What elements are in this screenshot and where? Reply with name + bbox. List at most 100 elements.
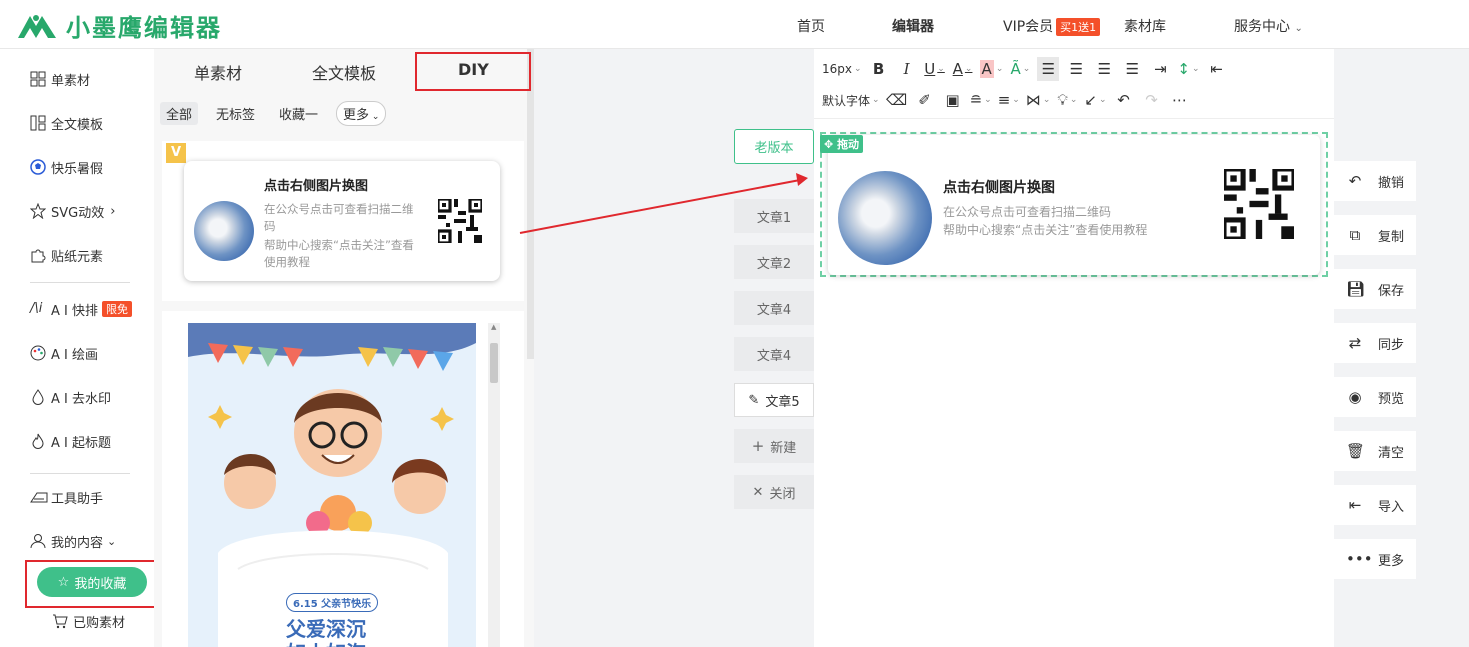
sidebar-item-tools[interactable]: 工具助手: [30, 487, 103, 507]
sidebar-item-sticker[interactable]: 贴纸元素: [30, 245, 103, 265]
lightbulb-icon[interactable]: 💡︎ ⌄: [1056, 88, 1078, 112]
sidebar-item-ai-layout[interactable]: /\i A I 快排 限免: [30, 299, 132, 319]
indent-icon[interactable]: ⇥: [1149, 57, 1171, 81]
sidebar-item-label: SVG动效: [51, 205, 105, 221]
nav-library[interactable]: 素材库: [1124, 16, 1166, 36]
align-center-icon[interactable]: ☰: [1065, 57, 1087, 81]
import-button[interactable]: ⇤ 导入: [1334, 485, 1416, 525]
sidebar-item-ai-watermark[interactable]: A I 去水印: [30, 387, 111, 407]
copy-button[interactable]: ⧉ 复制: [1334, 215, 1416, 255]
template-icon: [30, 115, 46, 131]
sidebar-item-purchased[interactable]: 已购素材: [52, 611, 125, 631]
redo-icon[interactable]: ↷: [1140, 88, 1162, 112]
letter-spacing-icon[interactable]: ⋈ ⌄: [1026, 88, 1051, 112]
doc-tab-2[interactable]: 文章2: [734, 245, 814, 279]
doc-tab-5[interactable]: ✎ 文章5: [734, 383, 814, 417]
sidebar-item-label: 已购素材: [73, 615, 126, 631]
poster-title-2: 如山如海: [286, 637, 366, 647]
underline-icon[interactable]: U ⌄: [924, 57, 946, 81]
exit-icon[interactable]: ⇤: [1205, 57, 1227, 81]
new-doc-button[interactable]: + 新建: [734, 429, 814, 463]
doc-tab-1[interactable]: 文章1: [734, 199, 814, 233]
eraser-icon[interactable]: ⌫: [886, 88, 908, 112]
ai-icon: /\i: [30, 301, 43, 316]
template-card: 点击右侧图片换图 在公众号点击可查看扫描二维码 帮助中心搜索“点击关注”查看使用…: [184, 161, 500, 281]
preview-button[interactable]: ◉ 预览: [1334, 377, 1416, 417]
image-icon[interactable]: ▣: [942, 88, 964, 112]
action-label: 清空: [1378, 445, 1405, 461]
sync-button[interactable]: ⇄ 同步: [1334, 323, 1416, 363]
line-height-icon[interactable]: ↕ ⌄: [1177, 57, 1199, 81]
save-icon: 💾︎: [1346, 280, 1366, 298]
flower-photo: [838, 171, 932, 265]
highlight-color-icon[interactable]: A ⌄: [979, 57, 1003, 81]
sidebar-item-label: 全文模板: [51, 117, 104, 133]
poster-scrollbar[interactable]: ▲: [488, 323, 500, 647]
sidebar-item-fulltext[interactable]: 全文模板: [30, 113, 103, 133]
more-dots-icon[interactable]: ⋯: [1168, 88, 1190, 112]
paragraph-spacing-icon[interactable]: ≘ ⌄: [970, 88, 992, 112]
doc-tab-4[interactable]: 文章4: [734, 337, 814, 371]
nav-editor[interactable]: 编辑器: [892, 16, 934, 36]
undo-icon[interactable]: ↶: [1112, 88, 1134, 112]
editor-card[interactable]: 点击右侧图片换图 在公众号点击可查看扫描二维码 帮助中心搜索“点击关注”查看使用…: [828, 135, 1320, 275]
sidebar-item-ai-draw[interactable]: A I 绘画: [30, 343, 98, 363]
doc-tab-3[interactable]: 文章4: [734, 291, 814, 325]
font-size-select[interactable]: 16px ⌄: [822, 57, 862, 81]
more-dots-icon: •••: [1346, 550, 1373, 568]
poster-card-wrap[interactable]: 6.15 父亲节快乐 父爱深沉 如山如海 ▲: [162, 311, 524, 647]
chevron-down-icon: ⌄: [1294, 23, 1303, 34]
text-effect-icon[interactable]: Ã ⌄: [1009, 57, 1031, 81]
drag-handle[interactable]: ✥ 拖动: [820, 135, 864, 153]
action-label: 同步: [1378, 337, 1405, 353]
eye-icon: ◉: [1348, 388, 1362, 406]
undo-button[interactable]: ↶ 撤销: [1334, 161, 1416, 201]
scrollbar-thumb[interactable]: [490, 343, 498, 383]
panel-scrollbar[interactable]: [527, 49, 534, 359]
bold-icon[interactable]: B: [868, 57, 890, 81]
nav-home[interactable]: 首页: [797, 16, 825, 36]
filter-fav1[interactable]: 收藏一: [273, 102, 324, 125]
close-doc-button[interactable]: ✕ 关闭: [734, 475, 814, 509]
old-version-button[interactable]: 老版本: [734, 129, 814, 164]
chevron-right-icon: ›: [110, 203, 116, 219]
clear-button[interactable]: 🗑︎ 清空: [1334, 431, 1416, 471]
font-color-icon[interactable]: A ⌄: [952, 57, 974, 81]
card-text-2: 帮助中心搜索“点击关注”查看使用教程: [264, 238, 414, 269]
action-label: 复制: [1378, 229, 1405, 245]
editor-card-text-2: 帮助中心搜索“点击关注”查看使用教程: [943, 223, 1148, 237]
sidebar-item-my-content[interactable]: 我的内容 ⌄: [30, 531, 116, 551]
filter-more[interactable]: 更多 ⌄: [336, 100, 387, 126]
align-justify-icon[interactable]: ☰: [1121, 57, 1143, 81]
template-card-wrap[interactable]: V 点击右侧图片换图 在公众号点击可查看扫描二维码 帮助中心搜索“点击关注”查看…: [162, 141, 524, 301]
format-brush-icon[interactable]: ✐: [914, 88, 936, 112]
logo[interactable]: 小墨鹰编辑器: [16, 8, 222, 43]
action-label: 撤销: [1378, 175, 1405, 191]
font-family-select[interactable]: 默认字体 ⌄: [822, 88, 880, 112]
scroll-up-icon: ▲: [491, 323, 497, 331]
divider: [30, 473, 130, 474]
align-right-icon[interactable]: ☰: [1093, 57, 1115, 81]
more-button[interactable]: ••• 更多: [1334, 539, 1416, 579]
filter-untagged[interactable]: 无标签: [210, 102, 261, 125]
nav-service[interactable]: 服务中心 ⌄: [1234, 16, 1303, 36]
filter-all[interactable]: 全部: [160, 101, 199, 125]
poster-badge: 6.15 父亲节快乐: [286, 593, 379, 612]
sidebar-item-label: 我的内容: [51, 535, 104, 551]
align-left-icon[interactable]: ☰: [1037, 57, 1060, 81]
divider-line-icon[interactable]: ≡ ⌄: [998, 88, 1020, 112]
nav-vip[interactable]: VIP会员 买1送1: [1003, 16, 1101, 36]
sidebar-item-ai-title[interactable]: A I 起标题: [30, 431, 111, 451]
copy-icon: ⧉: [1349, 226, 1361, 244]
drag-label-text: 拖动: [837, 138, 860, 151]
sidebar-item-svg[interactable]: SVG动效 ›: [29, 201, 116, 221]
card-title: 点击右侧图片换图: [264, 179, 369, 194]
save-button[interactable]: 💾︎ 保存: [1334, 269, 1416, 309]
sidebar-item-single[interactable]: 单素材: [30, 69, 90, 89]
tab-fulltext[interactable]: 全文模板: [312, 60, 376, 84]
italic-icon[interactable]: I: [896, 57, 918, 81]
sidebar-item-summer[interactable]: 快乐暑假: [30, 157, 103, 177]
arrow-icon[interactable]: ↙ ⌄: [1084, 88, 1106, 112]
user-icon: [30, 533, 46, 549]
tab-single[interactable]: 单素材: [194, 60, 242, 84]
